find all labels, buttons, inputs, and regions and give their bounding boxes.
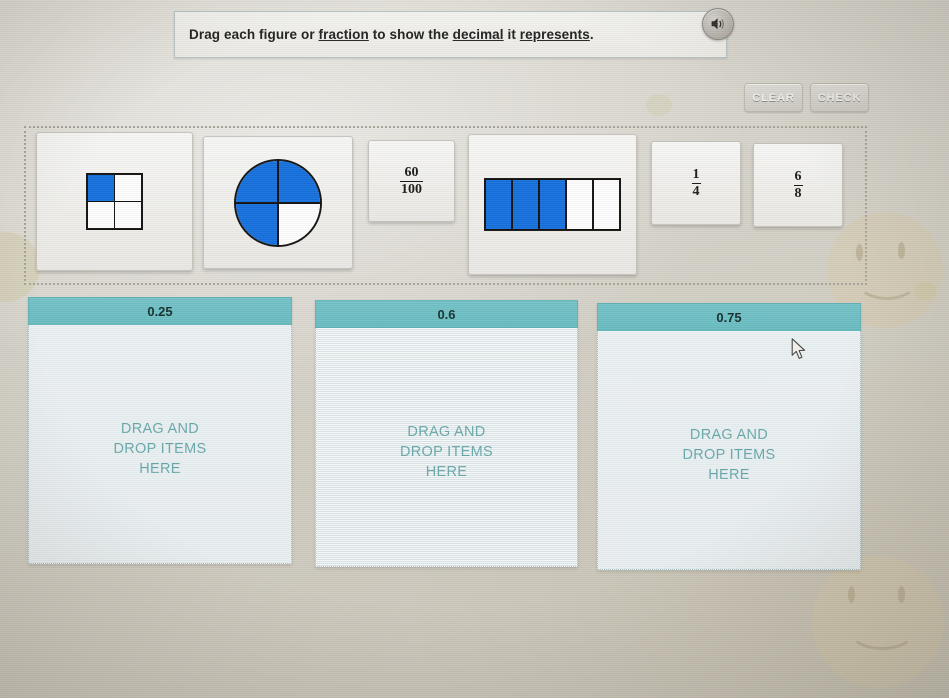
- placeholder-line-2: DROP ITEMS: [113, 441, 207, 457]
- speaker-icon[interactable]: [702, 8, 734, 40]
- check-button[interactable]: CHECK: [810, 83, 869, 112]
- instruction-term-fraction: fraction: [318, 27, 369, 42]
- circle-quadrant-empty: [278, 202, 320, 245]
- draggable-item-fraction-60-100[interactable]: 60 100: [368, 140, 455, 222]
- bar-segment-filled: [513, 180, 538, 229]
- fraction-denominator: 100: [400, 180, 423, 197]
- figure-circle-quarters: [234, 158, 322, 247]
- drop-zone-placeholder: DRAG AND DROP ITEMS HERE: [683, 425, 776, 485]
- drop-zone-body-06[interactable]: DRAG AND DROP ITEMS HERE: [315, 328, 578, 567]
- drop-zone-header-label: 0.25: [147, 303, 173, 319]
- drop-zone-header-025: 0.25: [28, 297, 292, 325]
- instruction-text: Drag each figure or fraction to show the…: [175, 27, 594, 42]
- instruction-mid: to show the: [368, 27, 453, 42]
- circle-divider-horizontal: [236, 201, 320, 204]
- fraction-denominator: 4: [691, 182, 701, 199]
- activity-canvas: Drag each figure or fraction to show the…: [0, 0, 949, 698]
- placeholder-line-1: DRAG AND: [407, 424, 486, 440]
- drop-zone-placeholder: DRAG AND DROP ITEMS HERE: [114, 419, 207, 479]
- instruction-term-represents: represents: [519, 27, 590, 42]
- drop-zone-header-06: 0.6: [315, 300, 578, 328]
- instruction-mid2: it: [503, 27, 520, 42]
- fraction-numerator: 1: [692, 167, 700, 183]
- draggable-item-fraction-6-8[interactable]: 6 8: [753, 143, 843, 227]
- drop-zone-header-label: 0.6: [437, 306, 456, 322]
- drop-zone-025[interactable]: 0.25 DRAG AND DROP ITEMS HERE: [28, 297, 292, 564]
- circle-quadrant-filled: [236, 202, 278, 245]
- placeholder-line-1: DRAG AND: [120, 421, 200, 437]
- check-button-label: CHECK: [817, 91, 862, 104]
- drop-zone-placeholder: DRAG AND DROP ITEMS HERE: [400, 422, 493, 482]
- grid-cell-filled: [87, 174, 114, 201]
- placeholder-line-2: DROP ITEMS: [682, 447, 776, 463]
- draggable-item-fraction-1-4[interactable]: 1 4: [651, 141, 741, 225]
- fraction-6-8: 6 8: [793, 169, 803, 201]
- draggable-item-bar-three-fifths[interactable]: [468, 134, 637, 275]
- instruction-prefix: Drag each figure or: [189, 27, 319, 42]
- placeholder-line-1: DRAG AND: [689, 427, 769, 443]
- instruction-suffix: .: [589, 27, 594, 42]
- placeholder-line-3: HERE: [425, 464, 468, 480]
- drop-zone-header-label: 0.75: [716, 309, 742, 325]
- clear-button-label: CLEAR: [752, 91, 795, 104]
- watermark-smiley-bottom: [812, 556, 944, 688]
- grid-cell-empty: [115, 202, 142, 229]
- drop-zone-body-025[interactable]: DRAG AND DROP ITEMS HERE: [28, 325, 292, 564]
- figure-grid-2x2: [85, 172, 144, 231]
- placeholder-line-3: HERE: [708, 467, 750, 483]
- bar-segment-empty: [567, 180, 592, 229]
- placeholder-line-2: DROP ITEMS: [400, 444, 493, 460]
- circle-quadrant-filled: [236, 160, 278, 203]
- drop-zone-header-075: 0.75: [597, 303, 861, 331]
- draggable-item-grid-quarter[interactable]: [36, 132, 193, 271]
- bar-segment-filled: [540, 180, 565, 229]
- drop-zone-06[interactable]: 0.6 DRAG AND DROP ITEMS HERE: [315, 300, 578, 567]
- fraction-numerator: 60: [404, 165, 419, 181]
- fraction-denominator: 8: [793, 184, 803, 201]
- clear-button[interactable]: CLEAR: [744, 83, 803, 112]
- instruction-term-decimal: decimal: [452, 27, 504, 42]
- watermark-blob-small: [914, 282, 936, 300]
- instruction-banner: Drag each figure or fraction to show the…: [174, 11, 727, 58]
- placeholder-line-3: HERE: [139, 461, 181, 477]
- grid-cell-empty: [87, 202, 114, 229]
- drop-zone-body-075[interactable]: DRAG AND DROP ITEMS HERE: [597, 331, 861, 570]
- drop-zone-075[interactable]: 0.75 DRAG AND DROP ITEMS HERE: [597, 303, 861, 570]
- fraction-60-100: 60 100: [400, 165, 423, 197]
- bar-segment-filled: [486, 180, 511, 229]
- bar-segment-empty: [594, 180, 619, 229]
- draggable-item-circle-three-quarters[interactable]: [203, 136, 353, 269]
- watermark-blob-top: [646, 94, 672, 116]
- circle-quadrant-filled: [278, 160, 320, 203]
- grid-cell-empty: [115, 174, 142, 201]
- fraction-numerator: 6: [794, 169, 802, 185]
- figure-bar-fifths: [484, 178, 621, 231]
- fraction-1-4: 1 4: [691, 167, 701, 199]
